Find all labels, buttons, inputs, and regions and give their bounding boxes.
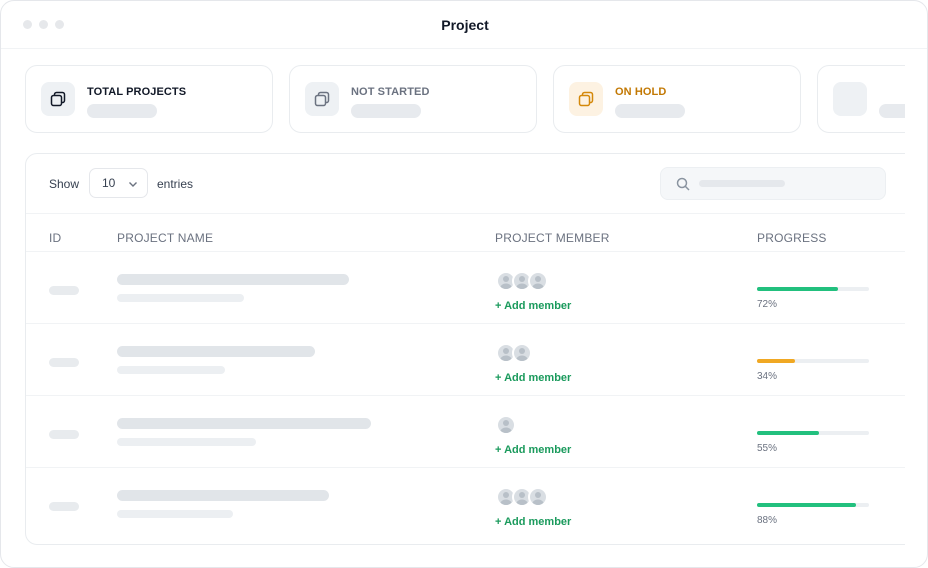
stat-card-partial[interactable] <box>817 65 905 133</box>
project-name-placeholder <box>117 274 349 285</box>
project-id-placeholder <box>49 286 79 295</box>
entries-label: entries <box>157 177 194 191</box>
title-bar: Project <box>1 1 927 49</box>
placeholder-icon <box>833 82 867 116</box>
project-name-placeholder <box>117 346 315 357</box>
stat-card-total-projects[interactable]: TOTAL PROJECTS <box>25 65 273 133</box>
add-member-link[interactable]: + Add member <box>495 444 571 456</box>
stat-card-value-placeholder <box>87 104 157 118</box>
stat-card-label: TOTAL PROJECTS <box>87 86 187 98</box>
app-window: Project TOTAL PROJECTS NOT STARTED ON HO… <box>0 0 928 568</box>
progress-bar-fill <box>757 359 796 363</box>
search-input[interactable] <box>660 167 886 200</box>
column-header-project-name[interactable]: PROJECT NAME <box>117 231 213 245</box>
user-avatar-icon[interactable] <box>496 415 516 435</box>
project-subtitle-placeholder <box>117 510 233 518</box>
stat-card-on-hold[interactable]: ON HOLD <box>553 65 801 133</box>
search-icon <box>676 177 690 191</box>
project-name-placeholder <box>117 490 329 501</box>
add-member-link[interactable]: + Add member <box>495 300 571 312</box>
progress-percent: 55% <box>757 443 778 454</box>
progress-bar <box>757 359 869 363</box>
main-content: TOTAL PROJECTS NOT STARTED ON HOLD Show … <box>1 49 905 567</box>
progress-bar-fill <box>757 431 819 435</box>
project-subtitle-placeholder <box>117 366 225 374</box>
project-id-placeholder <box>49 358 79 367</box>
add-member-link[interactable]: + Add member <box>495 516 571 528</box>
progress-percent: 34% <box>757 371 778 382</box>
column-header-progress[interactable]: PROGRESS <box>757 231 827 245</box>
project-id-placeholder <box>49 430 79 439</box>
search-placeholder <box>699 180 785 187</box>
stat-card-label: ON HOLD <box>615 86 667 98</box>
window-title: Project <box>441 17 489 33</box>
table-row[interactable]: + Add member 88% <box>26 468 905 540</box>
progress-bar <box>757 287 869 291</box>
stat-card-value-placeholder <box>351 104 421 118</box>
stack-icon <box>569 82 603 116</box>
project-id-placeholder <box>49 502 79 511</box>
table-controls: Show 10 entries <box>26 154 905 214</box>
stack-icon <box>41 82 75 116</box>
project-subtitle-placeholder <box>117 438 256 446</box>
table-row[interactable]: + Add member 55% <box>26 396 905 468</box>
project-subtitle-placeholder <box>117 294 244 302</box>
user-avatar-icon[interactable] <box>528 487 548 507</box>
stat-card-value-placeholder <box>879 104 905 118</box>
progress-bar-fill <box>757 287 838 291</box>
entries-value: 10 <box>102 176 116 190</box>
progress-bar-fill <box>757 503 856 507</box>
progress-percent: 88% <box>757 515 778 526</box>
add-member-link[interactable]: + Add member <box>495 372 571 384</box>
user-avatar-icon[interactable] <box>528 271 548 291</box>
progress-bar <box>757 503 869 507</box>
stat-card-label: NOT STARTED <box>351 86 430 98</box>
user-avatar-icon[interactable] <box>512 343 532 363</box>
column-header-id[interactable]: ID <box>49 231 61 245</box>
stat-card-value-placeholder <box>615 104 685 118</box>
entries-per-page-select[interactable]: 10 <box>89 168 148 198</box>
project-name-placeholder <box>117 418 371 429</box>
table-header: ID PROJECT NAME PROJECT MEMBER PROGRESS <box>26 214 905 252</box>
progress-bar <box>757 431 869 435</box>
projects-table-panel: Show 10 entries ID PROJECT NAME PROJECT … <box>25 153 905 545</box>
progress-percent: 72% <box>757 299 778 310</box>
chevron-down-icon <box>129 182 137 187</box>
table-row[interactable]: + Add member 34% <box>26 324 905 396</box>
column-header-project-member[interactable]: PROJECT MEMBER <box>495 231 610 245</box>
stat-card-not-started[interactable]: NOT STARTED <box>289 65 537 133</box>
stack-icon <box>305 82 339 116</box>
table-row[interactable]: + Add member 72% <box>26 252 905 324</box>
show-label: Show <box>49 177 80 191</box>
